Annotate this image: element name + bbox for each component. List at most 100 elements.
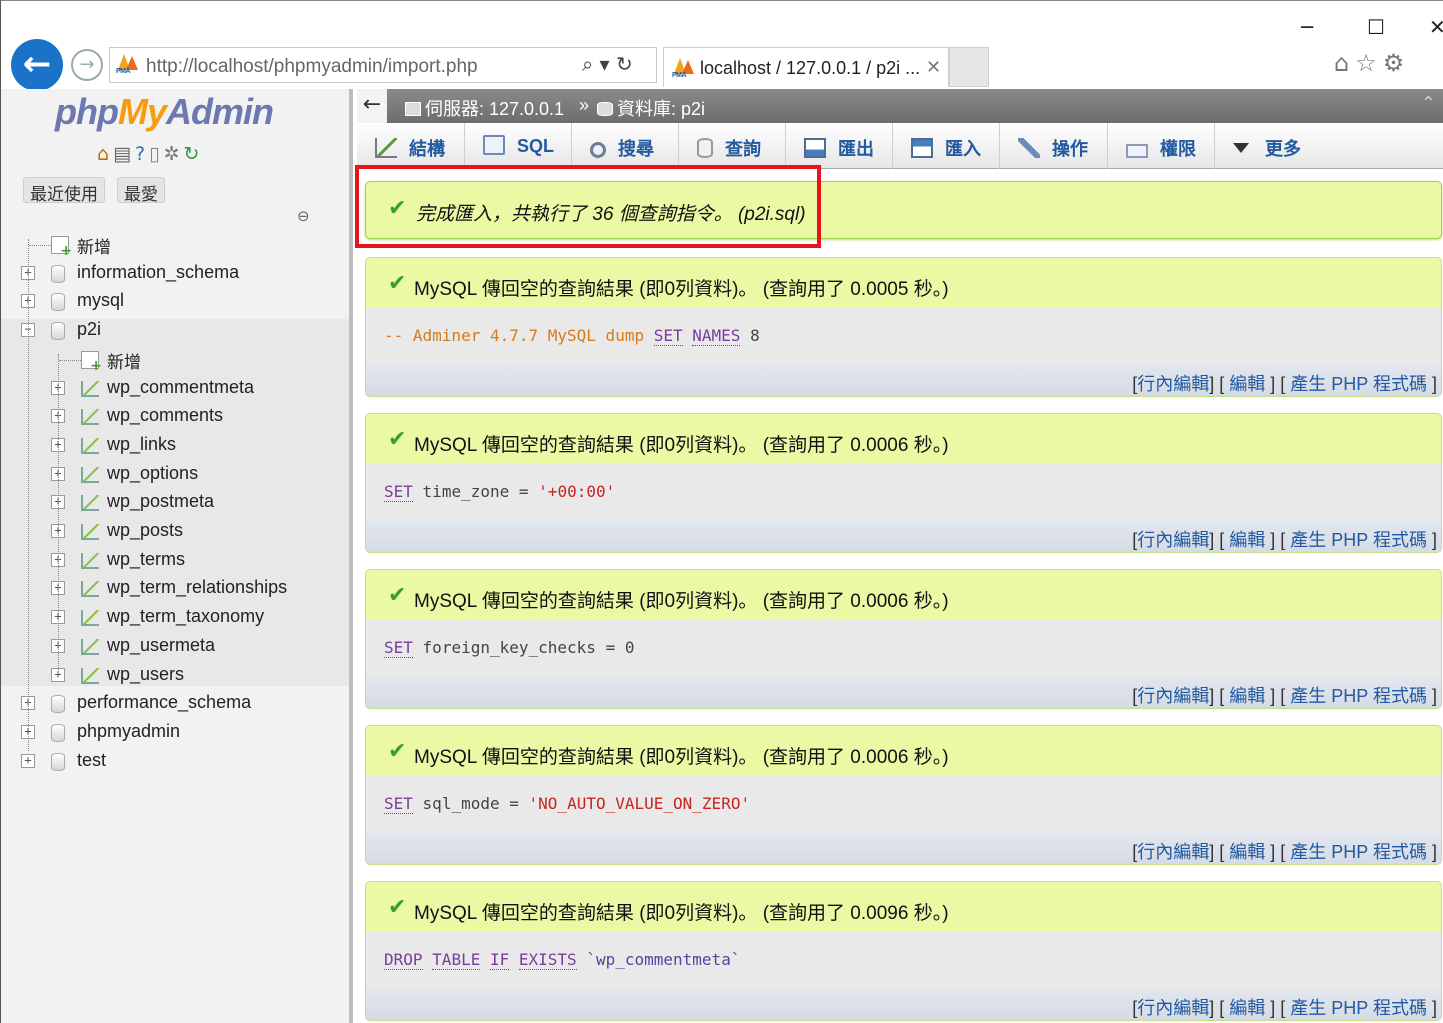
home-icon[interactable]: ⌂: [1334, 49, 1355, 77]
query-result-block: ✔ MySQL 傳回空的查詢結果 (即0列資料)。 (查詢用了 0.0006 秒。…: [365, 725, 1442, 865]
star-icon[interactable]: ☆: [1355, 49, 1383, 77]
edit-link[interactable]: 編輯: [1229, 998, 1265, 1018]
menu-tab-label: 更多: [1265, 139, 1301, 159]
search-icon: [590, 142, 606, 158]
close-window-button[interactable]: ✕: [1429, 15, 1443, 39]
inline-edit-link[interactable]: 行內編輯: [1137, 530, 1209, 550]
tree-label[interactable]: wp_posts: [107, 520, 183, 541]
tree-label[interactable]: wp_term_taxonomy: [107, 606, 264, 627]
collapse-nav-icon[interactable]: ←: [357, 89, 387, 123]
sql-query-text[interactable]: -- Adminer 4.7.7 MySQL dump SET NAMES 8: [384, 326, 760, 346]
tab-structure[interactable]: 結構: [357, 123, 465, 169]
database-icon: [51, 264, 65, 283]
edit-link[interactable]: 編輯: [1229, 530, 1265, 550]
tree-label[interactable]: test: [77, 750, 106, 771]
result-action-links: [行內編輯] [ 編輯 ] [ 產生 PHP 程式碼 ]: [366, 676, 1441, 708]
sql-query-text[interactable]: SET foreign_key_checks = 0: [384, 638, 635, 658]
tab-operations[interactable]: 操作: [1000, 123, 1108, 169]
tab-import[interactable]: 匯入: [893, 123, 1000, 169]
minimize-button[interactable]: ─: [1301, 15, 1313, 39]
tree-label[interactable]: wp_commentmeta: [107, 377, 254, 398]
create-php-code-link[interactable]: 產生 PHP 程式碼: [1290, 842, 1427, 862]
reload-icon[interactable]: ↻: [184, 143, 204, 165]
close-tab-icon[interactable]: ✕: [926, 57, 941, 78]
result-message: MySQL 傳回空的查詢結果 (即0列資料)。 (查詢用了 0.0096 秒。): [414, 903, 949, 924]
favorites-tab[interactable]: 最愛: [117, 177, 165, 204]
result-message: MySQL 傳回空的查詢結果 (即0列資料)。 (查詢用了 0.0005 秒。): [414, 279, 949, 300]
tab-query[interactable]: 查詢: [679, 123, 786, 169]
tree-label[interactable]: wp_comments: [107, 405, 223, 426]
help-icon[interactable]: ?: [135, 143, 149, 165]
edit-link[interactable]: 編輯: [1229, 374, 1265, 394]
nav-icon-bar: ⌂▤?▯✲↻: [97, 143, 203, 165]
create-php-code-link[interactable]: 產生 PHP 程式碼: [1290, 686, 1427, 706]
tree-label[interactable]: wp_term_relationships: [107, 577, 287, 598]
tree-label[interactable]: 新增: [77, 233, 111, 258]
tree-label[interactable]: wp_users: [107, 664, 184, 685]
tree-label[interactable]: wp_postmeta: [107, 491, 214, 512]
create-php-code-link[interactable]: 產生 PHP 程式碼: [1290, 530, 1427, 550]
tree-label[interactable]: performance_schema: [77, 692, 251, 713]
tab-sql[interactable]: SQL: [465, 123, 572, 169]
browser-tab[interactable]: PMA localhost / 127.0.0.1 / p2i ... ✕: [663, 47, 949, 87]
tree-label[interactable]: wp_terms: [107, 549, 185, 570]
tab-export[interactable]: 匯出: [786, 123, 893, 169]
settings-icon[interactable]: ✲: [164, 143, 184, 165]
phpmyadmin-logo[interactable]: phpMyAdmin: [55, 91, 274, 133]
expand-icon[interactable]: +: [21, 753, 35, 768]
tree-label[interactable]: wp_links: [107, 434, 176, 455]
database-icon: [51, 322, 65, 341]
search-refresh-icons[interactable]: ⌕ ▾ ↻: [582, 52, 633, 76]
navigation-panel: phpMyAdmin ⌂▤?▯✲↻ 最近使用 最愛 ⊖ 新增 + informati…: [1, 89, 353, 1023]
database-icon: [51, 293, 65, 312]
recent-tab[interactable]: 最近使用: [23, 177, 105, 204]
tab-search[interactable]: 搜尋: [572, 123, 679, 169]
tree-label[interactable]: wp_options: [107, 463, 198, 484]
create-php-code-link[interactable]: 產生 PHP 程式碼: [1290, 998, 1427, 1018]
link-with-main-panel-icon[interactable]: ⊖: [297, 207, 310, 225]
tree-label[interactable]: mysql: [77, 290, 124, 311]
exit-icon[interactable]: ▤: [113, 143, 135, 165]
tree-connector: [28, 239, 29, 751]
menu-tab-label: 權限: [1160, 139, 1196, 159]
tree-connector: [58, 354, 59, 672]
database-icon: [51, 723, 65, 742]
breadcrumb-database[interactable]: 資料庫: p2i: [597, 95, 705, 121]
inline-edit-link[interactable]: 行內編輯: [1137, 686, 1209, 706]
phpmyadmin-favicon-icon: PMA: [116, 54, 140, 76]
export-icon: [804, 138, 826, 158]
tab-more[interactable]: 更多: [1215, 123, 1317, 169]
tree-label[interactable]: wp_usermeta: [107, 635, 215, 656]
tree-label[interactable]: p2i: [77, 319, 101, 340]
edit-link[interactable]: 編輯: [1229, 842, 1265, 862]
inline-edit-link[interactable]: 行內編輯: [1137, 374, 1209, 394]
url-text[interactable]: http://localhost/phpmyadmin/import.php: [146, 56, 478, 78]
tree-label[interactable]: phpmyadmin: [77, 721, 180, 742]
tab-privileges[interactable]: 權限: [1108, 123, 1215, 169]
new-tab-button[interactable]: [949, 47, 989, 87]
address-bar[interactable]: PMA http://localhost/phpmyadmin/import.p…: [109, 47, 657, 83]
maximize-panel-icon[interactable]: ⌃: [1421, 93, 1436, 114]
sql-query-text[interactable]: SET time_zone = '+00:00': [384, 482, 615, 502]
sql-query-area: SET time_zone = '+00:00': [366, 464, 1441, 520]
inline-edit-link[interactable]: 行內編輯: [1137, 842, 1209, 862]
sql-query-text[interactable]: SET sql_mode = 'NO_AUTO_VALUE_ON_ZERO': [384, 794, 750, 814]
documentation-icon[interactable]: ▯: [149, 143, 163, 165]
forward-button[interactable]: →: [71, 49, 103, 81]
home-icon[interactable]: ⌂: [97, 143, 113, 165]
create-php-code-link[interactable]: 產生 PHP 程式碼: [1290, 374, 1427, 394]
sql-query-text[interactable]: DROP TABLE IF EXISTS `wp_commentmeta`: [384, 950, 740, 970]
tree-label[interactable]: information_schema: [77, 262, 239, 283]
edit-link[interactable]: 編輯: [1229, 686, 1265, 706]
sql-query-area: SET foreign_key_checks = 0: [366, 620, 1441, 676]
sql-icon: [483, 135, 505, 155]
maximize-button[interactable]: ☐: [1367, 15, 1385, 39]
back-button[interactable]: ←: [11, 39, 63, 91]
tree-label[interactable]: 新增: [107, 348, 141, 373]
breadcrumb-server[interactable]: 伺服器: 127.0.0.1: [405, 95, 564, 121]
browser-icons: ⌂☆⚙: [1334, 49, 1410, 77]
inline-edit-link[interactable]: 行內編輯: [1137, 998, 1209, 1018]
breadcrumb: ← 伺服器: 127.0.0.1 » 資料庫: p2i ⌃: [357, 89, 1443, 123]
success-check-icon: ✔: [388, 895, 407, 920]
gear-icon[interactable]: ⚙: [1383, 49, 1411, 77]
